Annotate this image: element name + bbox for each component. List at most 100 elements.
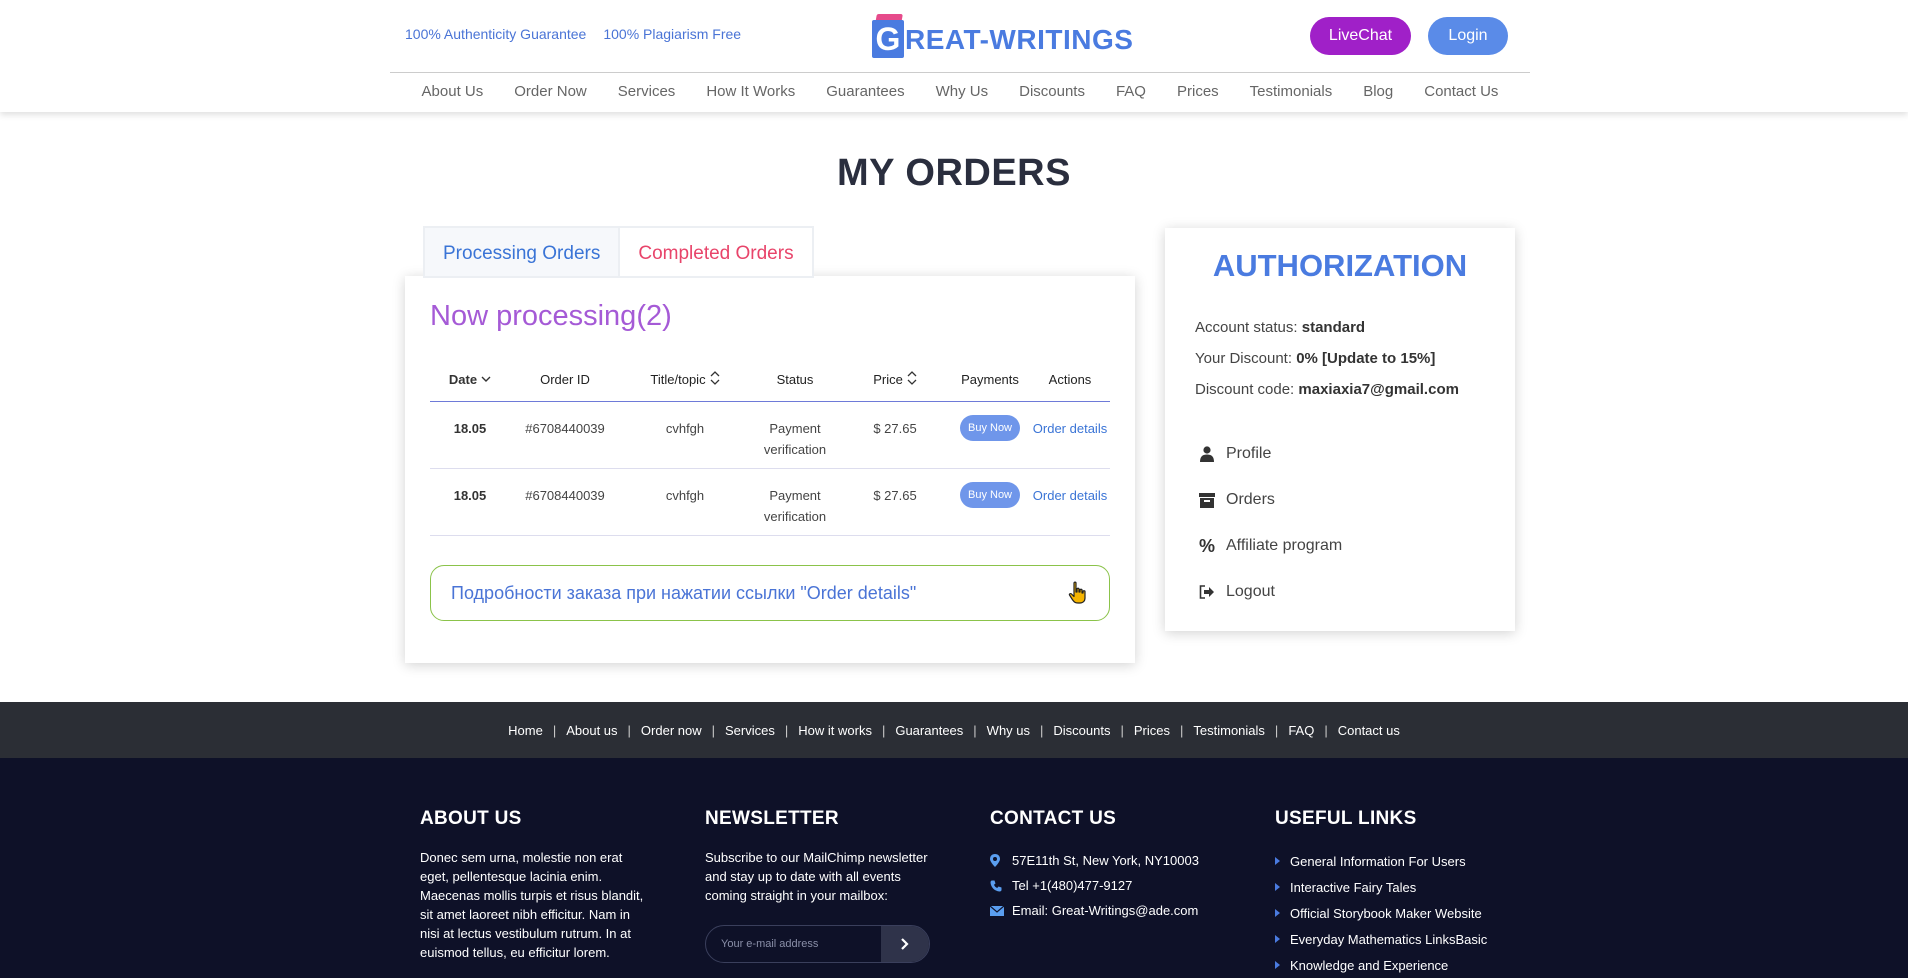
col-order-id: Order ID bbox=[540, 372, 590, 387]
nav-contact-us[interactable]: Contact Us bbox=[1424, 83, 1498, 100]
site-header: 100% Authenticity Guarantee 100% Plagiar… bbox=[0, 0, 1908, 112]
useful-links-list: General Information For Users Interactiv… bbox=[1275, 848, 1487, 978]
col-payments: Payments bbox=[961, 372, 1019, 387]
login-button[interactable]: Login bbox=[1428, 17, 1508, 55]
logo-book-icon: G bbox=[872, 14, 904, 58]
order-id: #6708440039 bbox=[525, 488, 605, 503]
newsletter-email-input[interactable] bbox=[706, 926, 881, 962]
footer-about-title: ABOUT US bbox=[420, 808, 522, 829]
caret-right-icon bbox=[1275, 961, 1280, 969]
percent-icon: % bbox=[1198, 535, 1215, 556]
footer-link-home[interactable]: Home bbox=[508, 723, 543, 738]
useful-link[interactable]: Everyday Mathematics LinksBasic bbox=[1275, 926, 1487, 952]
footer-link-contact[interactable]: Contact us bbox=[1338, 723, 1400, 738]
useful-link[interactable]: Official Storybook Maker Website bbox=[1275, 900, 1487, 926]
footer-link-services[interactable]: Services bbox=[725, 723, 775, 738]
footer-link-testimonials[interactable]: Testimonials bbox=[1193, 723, 1265, 738]
col-price[interactable]: Price bbox=[840, 358, 950, 401]
order-status: Payment verification bbox=[763, 488, 827, 524]
chevron-right-icon bbox=[901, 938, 909, 950]
user-icon bbox=[1197, 446, 1217, 462]
contact-address: 57E11th St, New York, NY10003 bbox=[990, 848, 1199, 873]
orders-table: Date Order ID Title/topic Status Price P… bbox=[430, 358, 1110, 536]
phone-icon bbox=[990, 880, 1006, 892]
newsletter-submit-button[interactable] bbox=[881, 926, 929, 962]
nav-why-us[interactable]: Why Us bbox=[936, 83, 989, 100]
footer-newsletter-title: NEWSLETTER bbox=[705, 808, 839, 829]
footer-links-title: USEFUL LINKS bbox=[1275, 808, 1417, 829]
newsletter-form bbox=[705, 925, 930, 963]
pointing-hand-icon bbox=[1067, 581, 1089, 605]
main-nav: About Us Order Now Services How It Works… bbox=[390, 83, 1530, 100]
plagiarism-link[interactable]: 100% Plagiarism Free bbox=[603, 26, 741, 42]
nav-prices[interactable]: Prices bbox=[1177, 83, 1219, 100]
col-status: Status bbox=[776, 372, 814, 387]
order-details-link[interactable]: Order details bbox=[1033, 418, 1107, 439]
footer-contact-title: CONTACT US bbox=[990, 808, 1117, 829]
footer-link-how-it-works[interactable]: How it works bbox=[798, 723, 872, 738]
useful-link[interactable]: Interactive Fairy Tales bbox=[1275, 874, 1487, 900]
tab-completed-orders[interactable]: Completed Orders bbox=[620, 226, 814, 278]
nav-order-now[interactable]: Order Now bbox=[514, 83, 587, 100]
livechat-button[interactable]: LiveChat bbox=[1310, 17, 1411, 55]
nav-faq[interactable]: FAQ bbox=[1116, 83, 1146, 100]
footer-useful-links: USEFUL LINKS General Information For Use… bbox=[1275, 808, 1487, 978]
auth-title: AUTHORIZATION bbox=[1212, 248, 1468, 283]
nav-blog[interactable]: Blog bbox=[1363, 83, 1393, 100]
footer-link-order[interactable]: Order now bbox=[641, 723, 702, 738]
useful-link[interactable]: Knowledge and Experience bbox=[1275, 952, 1487, 978]
menu-affiliate[interactable]: % Affiliate program bbox=[1197, 523, 1342, 569]
logo-text: REAT-WRITINGS bbox=[905, 24, 1134, 55]
order-id: #6708440039 bbox=[525, 421, 605, 436]
order-price: $ 27.65 bbox=[873, 421, 917, 436]
order-title: cvhfgh bbox=[665, 488, 705, 503]
order-date: 18.05 bbox=[453, 421, 487, 436]
envelope-icon bbox=[990, 905, 1006, 916]
contact-email: Email: Great-Writings@ade.com bbox=[990, 898, 1199, 923]
footer-link-guarantees[interactable]: Guarantees bbox=[895, 723, 963, 738]
footer-newsletter: NEWSLETTER Subscribe to our MailChimp ne… bbox=[705, 808, 935, 963]
footer-link-prices[interactable]: Prices bbox=[1134, 723, 1170, 738]
tab-processing-orders[interactable]: Processing Orders bbox=[423, 226, 621, 278]
order-title: cvhfgh bbox=[665, 421, 705, 436]
hint-text: Подробности заказа при нажатии ссылки "O… bbox=[451, 582, 917, 603]
table-row: 18.05 #6708440039 cvhfgh Payment verific… bbox=[430, 402, 1110, 469]
site-footer: ABOUT US Donec sem urna, molestie non er… bbox=[0, 758, 1908, 978]
account-menu: Profile Orders % Affiliate program Logou… bbox=[1197, 431, 1342, 615]
logout-icon bbox=[1197, 585, 1217, 599]
menu-profile[interactable]: Profile bbox=[1197, 431, 1342, 477]
order-date: 18.05 bbox=[453, 488, 487, 503]
footer-link-about[interactable]: About us bbox=[566, 723, 617, 738]
order-details-hint: Подробности заказа при нажатии ссылки "O… bbox=[430, 565, 1110, 621]
col-actions: Actions bbox=[1048, 372, 1092, 387]
map-marker-icon bbox=[990, 854, 1006, 867]
order-price: $ 27.65 bbox=[873, 488, 917, 503]
authenticity-link[interactable]: 100% Authenticity Guarantee bbox=[405, 26, 586, 42]
buy-now-button[interactable]: Buy Now bbox=[959, 415, 1021, 441]
footer-link-faq[interactable]: FAQ bbox=[1288, 723, 1314, 738]
orders-heading: Now processing(2) bbox=[430, 300, 672, 332]
footer-link-discounts[interactable]: Discounts bbox=[1053, 723, 1110, 738]
sort-icon bbox=[710, 371, 720, 388]
account-info: Account status: standard Your Discount: … bbox=[1195, 312, 1459, 405]
col-title[interactable]: Title/topic bbox=[620, 358, 750, 401]
order-tabs: Processing Orders Completed Orders bbox=[423, 226, 814, 278]
nav-discounts[interactable]: Discounts bbox=[1019, 83, 1085, 100]
footer-about: ABOUT US Donec sem urna, molestie non er… bbox=[420, 808, 650, 962]
useful-link[interactable]: General Information For Users bbox=[1275, 848, 1487, 874]
site-logo[interactable]: G REAT-WRITINGS bbox=[872, 14, 1133, 58]
nav-services[interactable]: Services bbox=[618, 83, 676, 100]
table-row: 18.05 #6708440039 cvhfgh Payment verific… bbox=[430, 469, 1110, 536]
order-details-link[interactable]: Order details bbox=[1033, 485, 1107, 506]
menu-orders[interactable]: Orders bbox=[1197, 477, 1342, 523]
discount-code: Discount code: maxiaxia7@gmail.com bbox=[1195, 381, 1459, 398]
footer-link-why-us[interactable]: Why us bbox=[987, 723, 1030, 738]
nav-guarantees[interactable]: Guarantees bbox=[826, 83, 904, 100]
nav-how-it-works[interactable]: How It Works bbox=[706, 83, 795, 100]
your-discount: Your Discount: 0% [Update to 15%] bbox=[1195, 350, 1436, 367]
menu-logout[interactable]: Logout bbox=[1197, 569, 1342, 615]
col-date[interactable]: Date bbox=[430, 358, 510, 401]
nav-about-us[interactable]: About Us bbox=[422, 83, 484, 100]
buy-now-button[interactable]: Buy Now bbox=[959, 482, 1021, 508]
nav-testimonials[interactable]: Testimonials bbox=[1250, 83, 1333, 100]
